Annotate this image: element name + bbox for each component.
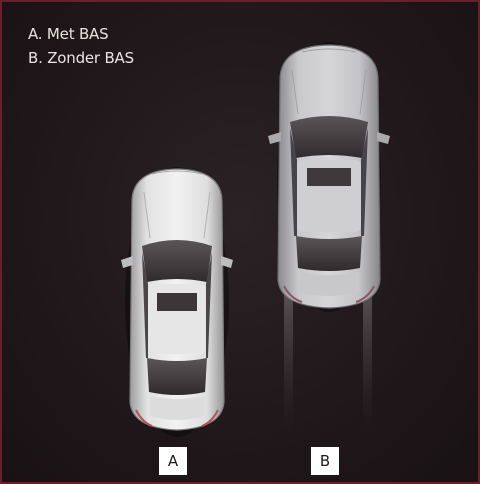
car-b [268,42,390,312]
car-b-label: B [311,447,339,475]
car-a-label: A [159,447,187,475]
skid-marks [284,292,372,432]
car-a [121,167,233,437]
cars-illustration [121,42,390,437]
diagram-frame: A. Met BAS B. Zonder BAS A B [0,0,480,484]
